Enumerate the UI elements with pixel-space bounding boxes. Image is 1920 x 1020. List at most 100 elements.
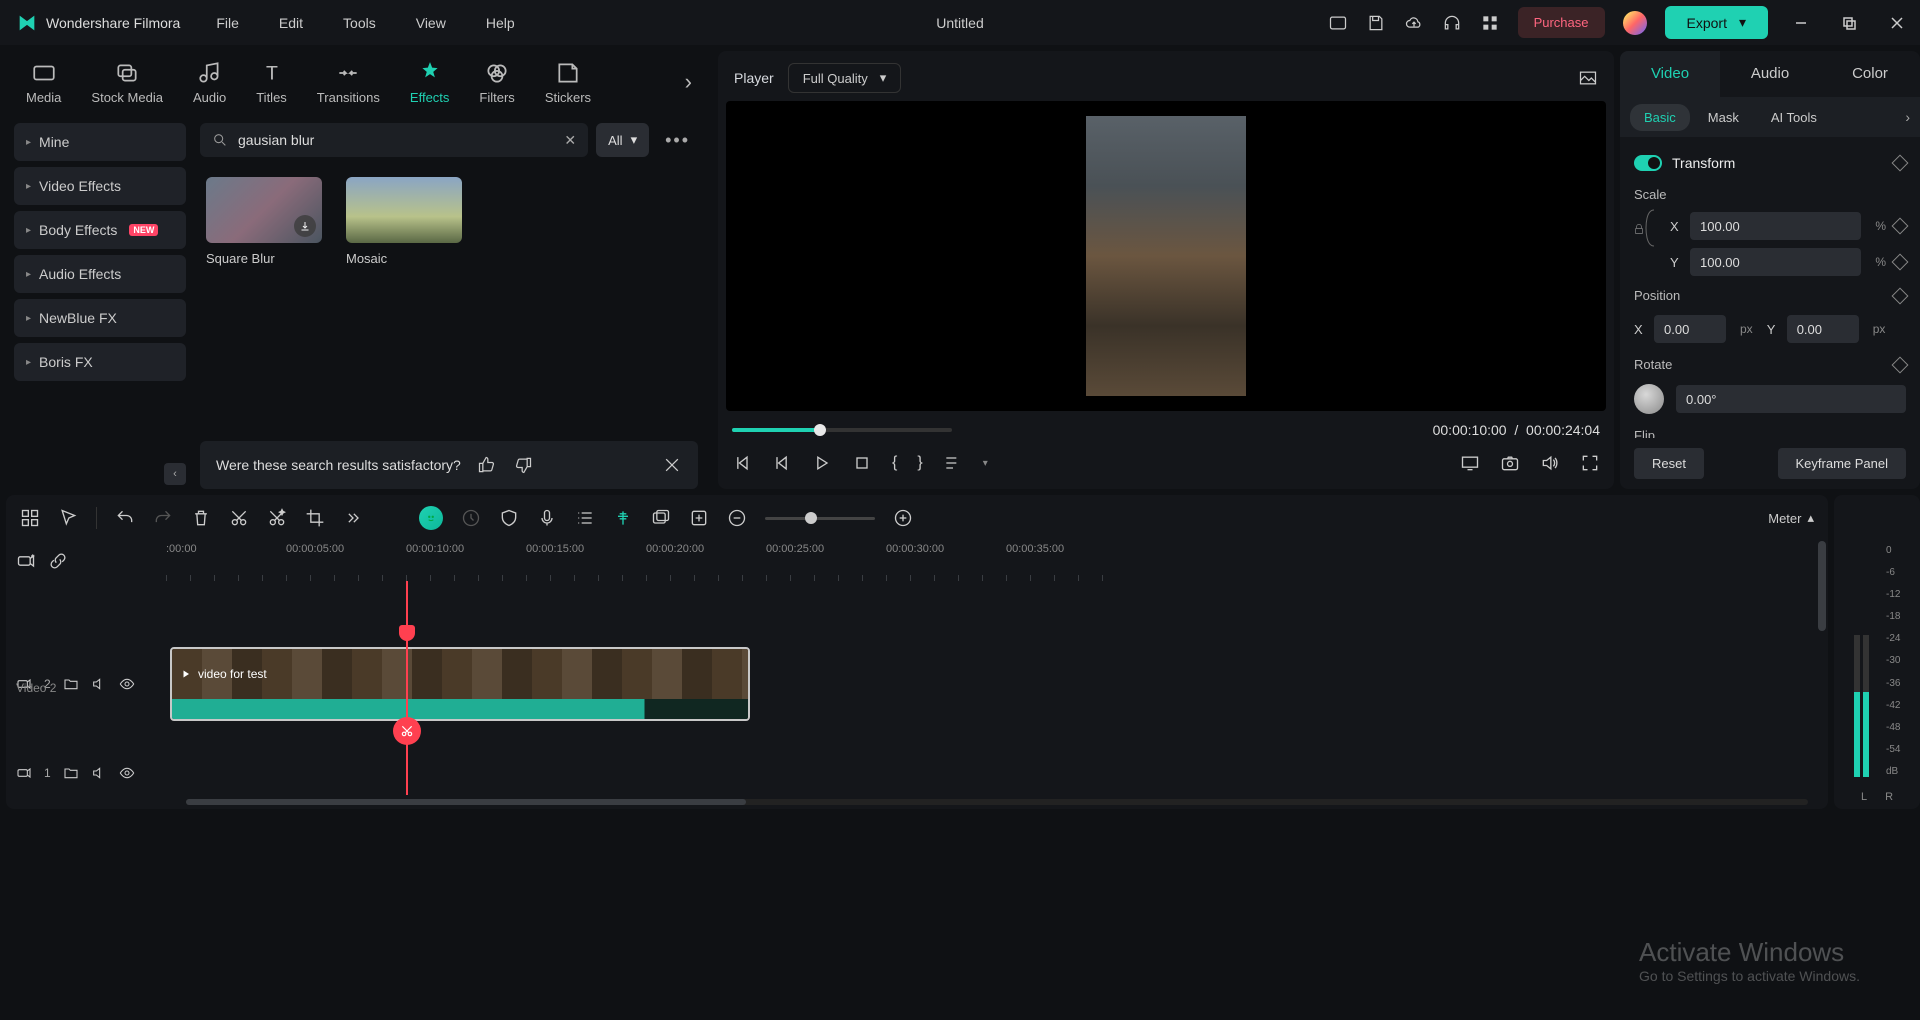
playhead[interactable] [406,581,408,795]
progress-slider[interactable] [732,428,952,432]
tab-transitions[interactable]: Transitions [305,56,392,109]
shield-icon[interactable] [499,508,519,528]
cloud-icon[interactable] [1404,13,1424,33]
tab-stock-media[interactable]: Stock Media [79,56,175,109]
more-tools-icon[interactable] [343,508,363,528]
maximize-icon[interactable] [1842,16,1856,30]
apps-icon[interactable] [1480,13,1500,33]
crop-icon[interactable] [305,508,325,528]
zoom-slider[interactable] [765,517,875,520]
undo-icon[interactable] [115,508,135,528]
stop-icon[interactable] [852,453,872,473]
thumbs-up-icon[interactable] [477,455,497,475]
close-feedback-icon[interactable] [662,455,682,475]
tab-audio[interactable]: Audio [181,56,238,109]
cursor-icon[interactable] [58,508,78,528]
marker-list-icon[interactable] [943,453,963,473]
timeline-ruler[interactable]: :00:0000:00:05:0000:00:10:0000:00:15:000… [166,541,1828,581]
menu-tools[interactable]: Tools [343,15,376,31]
delete-icon[interactable] [191,508,211,528]
speed-icon[interactable] [461,508,481,528]
visibility-icon[interactable] [119,676,135,692]
user-avatar[interactable] [1623,11,1647,35]
save-icon[interactable] [1366,13,1386,33]
category-body-effects[interactable]: ▸Body EffectsNEW [14,211,186,249]
fullscreen-icon[interactable] [1580,453,1600,473]
lock-icon[interactable] [1632,222,1646,236]
keyframe-diamond-icon[interactable] [1892,254,1909,271]
grid-icon[interactable] [20,508,40,528]
headphones-icon[interactable] [1442,13,1462,33]
collapse-sidebar-icon[interactable]: ‹ [164,463,186,485]
search-filter-dropdown[interactable]: All▾ [596,123,649,157]
subtab-basic[interactable]: Basic [1630,104,1690,131]
link-tracks-icon[interactable] [48,551,68,571]
subtab-mask[interactable]: Mask [1694,104,1753,131]
zoom-thumb[interactable] [805,512,817,524]
chevron-down-icon[interactable]: ▾ [983,458,988,469]
rotate-field[interactable]: 0.00° [1676,385,1906,413]
clear-search-icon[interactable]: ✕ [564,132,576,149]
folder-icon[interactable] [63,676,79,692]
keyframe-diamond-icon[interactable] [1892,356,1909,373]
timeline-hscroll[interactable] [6,795,1828,809]
menu-file[interactable]: File [216,15,239,31]
effect-card-mosaic[interactable]: Mosaic [346,177,466,266]
category-mine[interactable]: ▸Mine [14,123,186,161]
marker-icon[interactable] [613,508,633,528]
download-icon[interactable] [294,215,316,237]
picture-icon[interactable] [1578,68,1598,88]
close-window-icon[interactable] [1890,16,1904,30]
play-icon[interactable] [812,453,832,473]
category-newblue-fx[interactable]: ▸NewBlue FX [14,299,186,337]
keyframe-diamond-icon[interactable] [1892,218,1909,235]
menu-edit[interactable]: Edit [279,15,303,31]
category-boris-fx[interactable]: ▸Boris FX [14,343,186,381]
mute-icon[interactable] [91,676,107,692]
list-icon[interactable] [575,508,595,528]
mute-icon[interactable] [91,765,107,781]
prev-frame-icon[interactable] [732,453,752,473]
redo-icon[interactable] [153,508,173,528]
zoom-out-icon[interactable] [727,508,747,528]
tab-filters[interactable]: Filters [467,56,526,109]
progress-thumb[interactable] [814,424,826,436]
tab-media[interactable]: Media [14,56,73,109]
cut-icon[interactable] [229,508,249,528]
transform-toggle[interactable] [1634,155,1662,171]
magic-cut-icon[interactable] [267,508,287,528]
search-input[interactable] [238,132,554,148]
mark-out-icon[interactable]: } [917,454,922,472]
mark-in-icon[interactable]: { [892,454,897,472]
tab-stickers[interactable]: Stickers [533,56,603,109]
play-back-icon[interactable] [772,453,792,473]
pos-y-field[interactable]: 0.00 [1787,315,1859,343]
prop-tab-color[interactable]: Color [1820,51,1920,97]
subtabs-next-icon[interactable]: › [1905,109,1910,125]
category-audio-effects[interactable]: ▸Audio Effects [14,255,186,293]
visibility-icon[interactable] [119,765,135,781]
purchase-button[interactable]: Purchase [1518,7,1605,38]
more-options-icon[interactable]: ••• [657,130,698,151]
reset-button[interactable]: Reset [1634,448,1704,479]
ai-assistant-icon[interactable] [419,506,443,530]
effect-card-square-blur[interactable]: Square Blur [206,177,326,266]
subtab-ai-tools[interactable]: AI Tools [1757,104,1831,131]
minimize-icon[interactable] [1794,16,1808,30]
category-video-effects[interactable]: ▸Video Effects [14,167,186,205]
video-clip[interactable]: video for test [170,647,750,721]
tab-effects[interactable]: Effects [398,56,462,109]
video-track-icon[interactable] [16,765,32,781]
add-panel-icon[interactable] [689,508,709,528]
quality-dropdown[interactable]: Full Quality▾ [788,63,902,93]
prop-tab-audio[interactable]: Audio [1720,51,1820,97]
export-button[interactable]: Export▾ [1665,6,1769,39]
layout-icon[interactable] [1328,13,1348,33]
pos-x-field[interactable]: 0.00 [1654,315,1726,343]
menu-view[interactable]: View [416,15,446,31]
keyframe-diamond-icon[interactable] [1892,287,1909,304]
timeline-vscroll[interactable] [1818,541,1826,795]
volume-icon[interactable] [1540,453,1560,473]
snapshot-icon[interactable] [1500,453,1520,473]
mic-icon[interactable] [537,508,557,528]
